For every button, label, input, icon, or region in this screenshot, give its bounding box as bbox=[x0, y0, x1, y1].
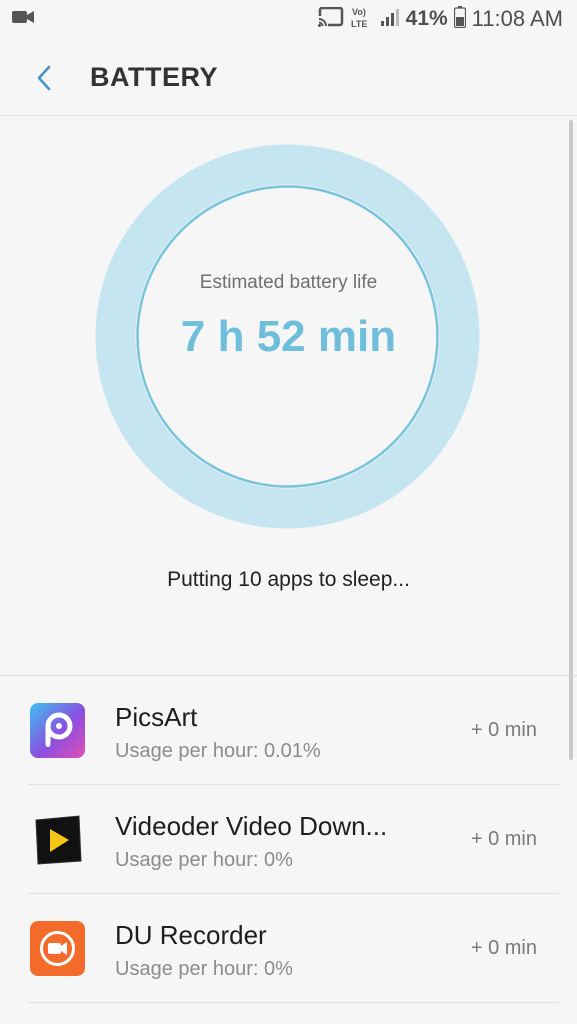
list-item[interactable]: DU Recorder Usage per hour: 0% + 0 min bbox=[0, 894, 577, 1003]
app-usage-list: PicsArt Usage per hour: 0.01% + 0 min Vi… bbox=[0, 675, 577, 1003]
estimate-value: 7 h 52 min bbox=[180, 312, 397, 361]
signal-icon bbox=[380, 7, 400, 32]
list-item[interactable]: Videoder Video Down... Usage per hour: 0… bbox=[0, 785, 577, 894]
status-bar: Vo) LTE 41% 11:08 AM bbox=[0, 0, 577, 38]
app-time-gain: + 0 min bbox=[470, 937, 537, 959]
app-name: DU Recorder bbox=[115, 920, 267, 950]
back-button[interactable] bbox=[28, 60, 60, 96]
sleep-status-text: Putting 10 apps to sleep... bbox=[167, 568, 410, 591]
header-bar: BATTERY bbox=[0, 38, 577, 116]
scrollbar[interactable] bbox=[569, 120, 573, 760]
divider bbox=[28, 1002, 559, 1003]
status-right: Vo) LTE 41% 11:08 AM bbox=[317, 4, 563, 35]
page-title: BATTERY bbox=[90, 62, 218, 92]
cast-icon bbox=[317, 6, 344, 32]
videoder-icon bbox=[30, 812, 85, 867]
clock: 11:08 AM bbox=[471, 6, 563, 31]
svg-text:Vo): Vo) bbox=[352, 7, 366, 17]
battery-percent: 41% bbox=[405, 7, 448, 30]
du-recorder-icon bbox=[30, 921, 85, 976]
volte-icon: Vo) LTE bbox=[350, 4, 374, 35]
estimate-label: Estimated battery life bbox=[199, 272, 378, 293]
picsart-icon bbox=[30, 703, 85, 758]
svg-text:LTE: LTE bbox=[351, 19, 367, 29]
app-usage: Usage per hour: 0.01% bbox=[115, 740, 321, 762]
back-arrow-icon bbox=[37, 65, 51, 91]
app-name: Videoder Video Down... bbox=[115, 811, 388, 841]
app-usage: Usage per hour: 0% bbox=[115, 958, 293, 980]
app-name: PicsArt bbox=[115, 702, 198, 732]
status-left bbox=[12, 10, 34, 29]
video-camera-icon bbox=[12, 10, 34, 29]
app-usage: Usage per hour: 0% bbox=[115, 849, 293, 871]
app-time-gain: + 0 min bbox=[470, 828, 537, 850]
battery-icon bbox=[453, 5, 466, 33]
app-time-gain: + 0 min bbox=[470, 719, 537, 741]
list-item[interactable]: PicsArt Usage per hour: 0.01% + 0 min bbox=[0, 676, 577, 785]
